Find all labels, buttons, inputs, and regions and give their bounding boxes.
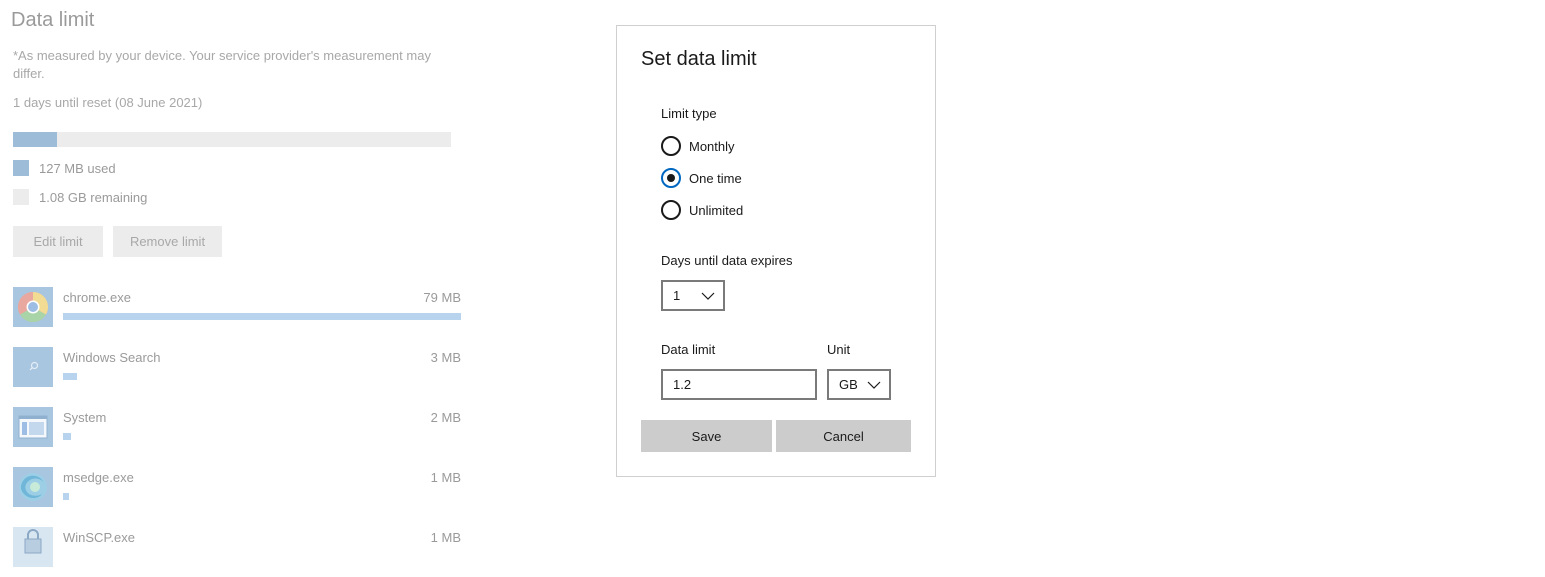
measurement-note: *As measured by your device. Your servic…	[13, 48, 431, 81]
system-window-icon	[13, 407, 53, 447]
chevron-down-icon	[701, 289, 715, 306]
app-size: 3 MB	[430, 350, 461, 365]
usage-bar-fill	[13, 132, 57, 147]
radio-label: Monthly	[689, 138, 735, 154]
cancel-button[interactable]: Cancel	[776, 420, 911, 452]
search-icon	[13, 347, 53, 387]
app-row-windows-search[interactable]: Windows Search 3 MB	[13, 347, 461, 397]
used-label: 127 MB used	[39, 160, 116, 176]
set-data-limit-dialog: Set data limit Limit type Monthly One ti…	[616, 25, 936, 477]
winscp-icon	[13, 527, 53, 567]
app-name: Windows Search	[63, 350, 161, 365]
edge-icon	[13, 467, 53, 507]
days-dropdown[interactable]: 1	[661, 280, 725, 311]
unit-value: GB	[839, 377, 858, 392]
app-size: 2 MB	[430, 410, 461, 425]
app-row-chrome[interactable]: chrome.exe 79 MB	[13, 287, 461, 337]
remaining-swatch	[13, 189, 29, 205]
reset-info: 1 days until reset (08 June 2021)	[13, 95, 203, 110]
app-size: 79 MB	[423, 290, 461, 305]
app-size: 1 MB	[430, 470, 461, 485]
app-name: msedge.exe	[63, 470, 134, 485]
unit-dropdown[interactable]: GB	[827, 369, 891, 400]
chrome-icon	[13, 287, 53, 327]
radio-circle[interactable]	[661, 168, 681, 188]
app-usage-bar	[63, 373, 77, 380]
app-row-system[interactable]: System 2 MB	[13, 407, 461, 457]
remaining-label: 1.08 GB remaining	[39, 189, 148, 205]
edit-limit-button[interactable]: Edit limit	[13, 226, 103, 257]
app-name: WinSCP.exe	[63, 530, 136, 545]
radio-label: One time	[689, 170, 742, 186]
app-usage-bar	[63, 493, 69, 500]
data-limit-page: Data limit *As measured by your device. …	[0, 0, 600, 567]
data-limit-input[interactable]	[661, 369, 817, 400]
remaining-legend: 1.08 GB remaining	[13, 189, 147, 205]
app-row-msedge[interactable]: msedge.exe 1 MB	[13, 467, 461, 517]
radio-selected-dot	[667, 174, 675, 182]
used-legend: 127 MB used	[13, 160, 116, 176]
usage-bar	[13, 132, 451, 147]
days-value: 1	[673, 288, 681, 303]
radio-circle[interactable]	[661, 200, 681, 220]
radio-label: Unlimited	[689, 202, 744, 218]
app-row-winscp[interactable]: WinSCP.exe 1 MB	[13, 527, 461, 577]
app-size: 1 MB	[430, 530, 461, 545]
data-limit-label: Data limit	[661, 342, 716, 357]
radio-unlimited[interactable]: Unlimited	[661, 200, 743, 220]
app-usage-bar	[63, 433, 71, 440]
days-label: Days until data expires	[661, 253, 793, 268]
limit-type-label: Limit type	[661, 106, 717, 121]
app-name: chrome.exe	[63, 290, 131, 305]
app-usage-bar	[63, 313, 461, 320]
app-name: System	[63, 410, 107, 425]
used-swatch	[13, 160, 29, 176]
dialog-title: Set data limit	[641, 48, 757, 70]
radio-circle[interactable]	[661, 136, 681, 156]
save-button[interactable]: Save	[641, 420, 772, 452]
remove-limit-button[interactable]: Remove limit	[113, 226, 222, 257]
radio-one-time[interactable]: One time	[661, 168, 742, 188]
page-title: Data limit	[11, 9, 95, 31]
unit-label: Unit	[827, 342, 851, 357]
radio-monthly[interactable]: Monthly	[661, 136, 735, 156]
chevron-down-icon	[867, 378, 881, 395]
